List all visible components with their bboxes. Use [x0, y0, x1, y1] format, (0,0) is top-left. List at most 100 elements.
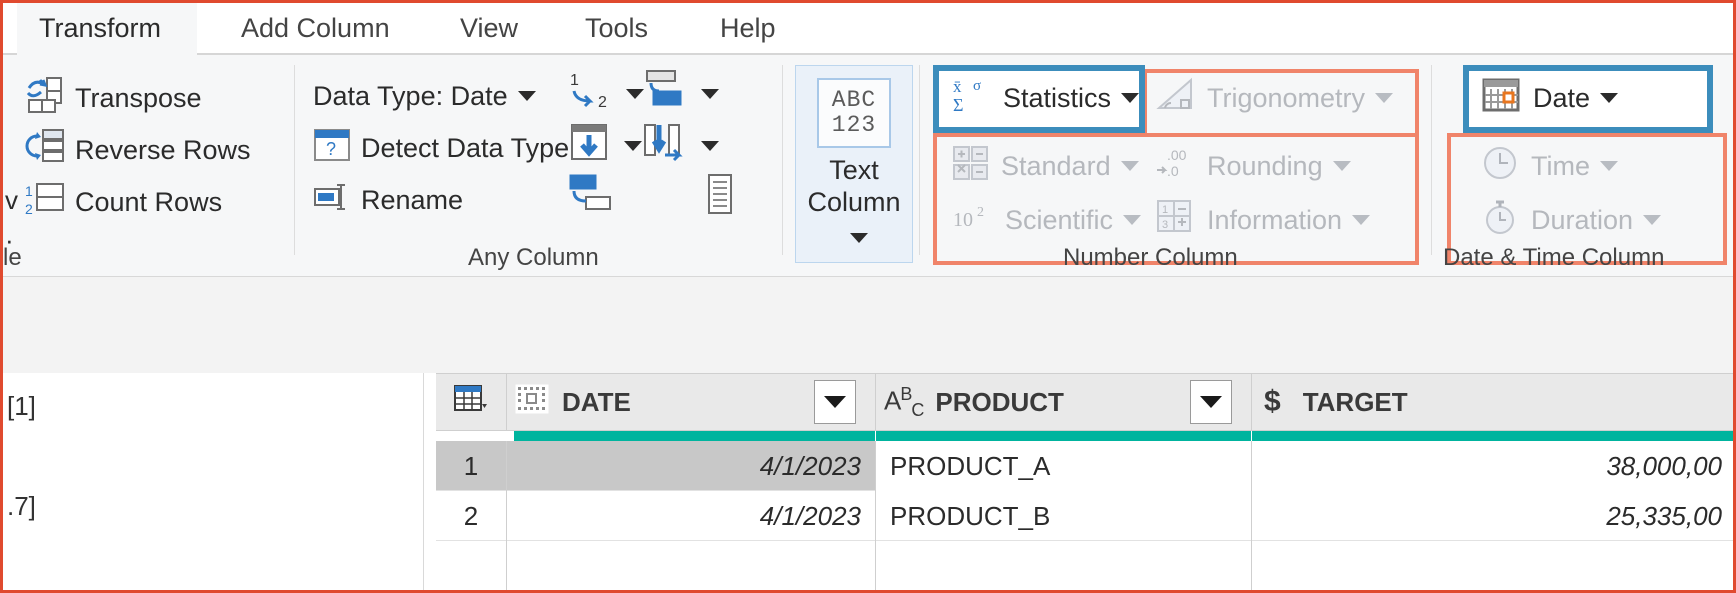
ribbon-item-date[interactable]: Date	[1481, 75, 1619, 121]
svg-text:x̄: x̄	[953, 77, 962, 96]
ribbon-item-scientific[interactable]: 10 2 Scientific	[951, 197, 1142, 243]
chevron-down-icon[interactable]	[1600, 93, 1619, 103]
text-column-label-line1: Text	[829, 155, 879, 185]
ribbon-item-rename[interactable]: Rename	[313, 177, 463, 223]
grid-divider-1	[875, 441, 876, 590]
chevron-down-icon[interactable]	[626, 89, 644, 99]
ribbon-item-information[interactable]: 1 3 Information	[1155, 197, 1371, 243]
cell-target[interactable]: 38,000,00	[1252, 441, 1733, 491]
ribbon-item-pivot-column[interactable]	[643, 123, 719, 169]
table-row[interactable]: 1 4/1/2023 PRODUCT_A 38,000,00	[436, 441, 1733, 491]
chevron-down-icon	[1200, 396, 1222, 408]
chevron-down-icon[interactable]	[517, 91, 536, 101]
svg-text:1: 1	[570, 72, 579, 89]
chevron-down-icon[interactable]	[1332, 161, 1351, 171]
query-fragment-2[interactable]: .7]	[7, 491, 36, 522]
chevron-down-icon[interactable]	[850, 233, 868, 243]
ribbon-item-trigonometry[interactable]: Trigonometry	[1155, 75, 1394, 121]
rename-icon	[313, 179, 351, 222]
chevron-down-icon[interactable]	[701, 141, 719, 151]
ribbon-item-data-type[interactable]: Data Type: Date	[313, 73, 536, 119]
tab-help[interactable]: Help	[698, 3, 798, 55]
filter-button-date[interactable]	[814, 380, 856, 424]
ribbon-item-move[interactable]	[643, 69, 719, 120]
group-separator-4	[1431, 65, 1432, 255]
information-icon: 1 3	[1155, 198, 1197, 243]
tab-view-label: View	[460, 13, 519, 43]
ribbon-item-time[interactable]: Time	[1481, 143, 1618, 189]
filter-button-product[interactable]	[1190, 380, 1232, 424]
stopwatch-icon	[1481, 198, 1521, 243]
tab-transform[interactable]: Transform	[17, 3, 197, 55]
text-column-button[interactable]: ABC 123 Text Column	[795, 65, 913, 263]
text-column-label: Text Column	[796, 154, 912, 250]
chevron-down-icon[interactable]	[1352, 215, 1371, 225]
group-label-number-column: Number Column	[1063, 244, 1238, 271]
column-header-target-label: TARGET	[1302, 386, 1408, 417]
chevron-down-icon[interactable]	[1643, 215, 1662, 225]
row-number: 1	[463, 450, 479, 481]
svg-text:σ: σ	[973, 78, 981, 94]
tab-tools[interactable]: Tools	[563, 3, 670, 55]
tab-add-column[interactable]: Add Column	[219, 3, 412, 55]
chevron-down-icon[interactable]	[1121, 93, 1140, 103]
ribbon-item-unpivot-columns[interactable]	[568, 174, 614, 221]
cell-product[interactable]: PRODUCT_A	[876, 441, 1251, 491]
cell-date[interactable]: 4/1/2023	[514, 491, 875, 541]
ribbon-item-replace-values[interactable]: 1 2	[568, 71, 644, 117]
chevron-down-icon[interactable]	[1600, 161, 1618, 171]
chevron-down-icon[interactable]	[1375, 93, 1394, 103]
ribbon-item-transpose[interactable]: Transpose	[25, 75, 202, 121]
chevron-down-icon[interactable]	[1123, 215, 1142, 225]
ribbon-item-duration[interactable]: Duration	[1481, 197, 1662, 243]
chevron-down-icon	[824, 396, 846, 408]
chevron-down-icon[interactable]	[1120, 161, 1139, 171]
grid-divider-2	[1251, 441, 1252, 590]
select-all-table-button[interactable]	[436, 374, 506, 430]
chevron-down-icon[interactable]	[701, 89, 719, 99]
power-query-window: Transform Add Column View Tools Help Tra…	[0, 0, 1736, 593]
time-label: Time	[1531, 150, 1590, 181]
ribbon-item-reverse-rows[interactable]: Reverse Rows	[25, 127, 251, 173]
rounding-label: Rounding	[1207, 150, 1323, 181]
text-column-label-line2: Column	[807, 187, 901, 217]
count-rows-icon: 1 2	[25, 180, 65, 225]
count-rows-label: Count Rows	[75, 186, 223, 217]
ribbon-item-standard[interactable]: Standard	[951, 143, 1139, 189]
table-row[interactable]: 2 4/1/2023 PRODUCT_B 25,335,00	[436, 491, 1733, 541]
ribbon-item-fill[interactable]	[568, 123, 642, 169]
ribbon-item-convert-to-list[interactable]	[703, 173, 737, 221]
column-header-product[interactable]: ABC PRODUCT	[884, 374, 1234, 430]
ribbon-item-statistics[interactable]: x̄ σ Σ Statistics	[951, 75, 1140, 122]
statistics-icon: x̄ σ Σ	[951, 75, 993, 122]
svg-text:.0: .0	[1167, 163, 1179, 179]
abc-text: ABC	[831, 87, 877, 113]
data-type-label: Data Type: Date	[313, 80, 508, 111]
date-type-icon	[514, 383, 550, 422]
data-grid: DATE ABC PRODUCT $ TARGET 1 4/1/2023 PRO…	[436, 373, 1733, 590]
cell-target[interactable]: 25,335,00	[1252, 491, 1733, 541]
formula-bar: ‹ ✕ ✓ fx = Table.TransformColumnTypes(#"…	[3, 277, 1733, 590]
svg-text:2: 2	[25, 201, 33, 217]
header-divider-0	[506, 374, 507, 430]
ribbon-item-rounding[interactable]: .00 .0 Rounding	[1155, 143, 1351, 189]
row-number: 2	[463, 500, 479, 531]
ribbon-item-count-rows[interactable]: 1 2 Count Rows	[25, 179, 222, 225]
ribbon-item-detect-data-type[interactable]: ? Detect Data Type	[313, 125, 569, 171]
tab-view[interactable]: View	[438, 3, 540, 55]
svg-text:2: 2	[977, 205, 984, 220]
rename-label: Rename	[361, 184, 464, 215]
calendar-icon	[1481, 76, 1523, 121]
transpose-label: Transpose	[75, 82, 202, 113]
cell-date[interactable]: 4/1/2023	[514, 441, 875, 491]
svg-text:1: 1	[25, 183, 33, 199]
cell-product[interactable]: PRODUCT_B	[876, 491, 1251, 541]
chevron-down-icon[interactable]	[624, 141, 642, 151]
query-fragment-1[interactable]: [1]	[7, 391, 36, 422]
column-header-target[interactable]: $ TARGET	[1264, 374, 1733, 430]
move-columns-icon	[643, 69, 691, 120]
detect-data-type-icon: ?	[313, 127, 351, 170]
column-header-product-label: PRODUCT	[935, 386, 1064, 417]
information-label: Information	[1207, 204, 1343, 235]
grid-header-row: DATE ABC PRODUCT $ TARGET	[436, 373, 1733, 431]
